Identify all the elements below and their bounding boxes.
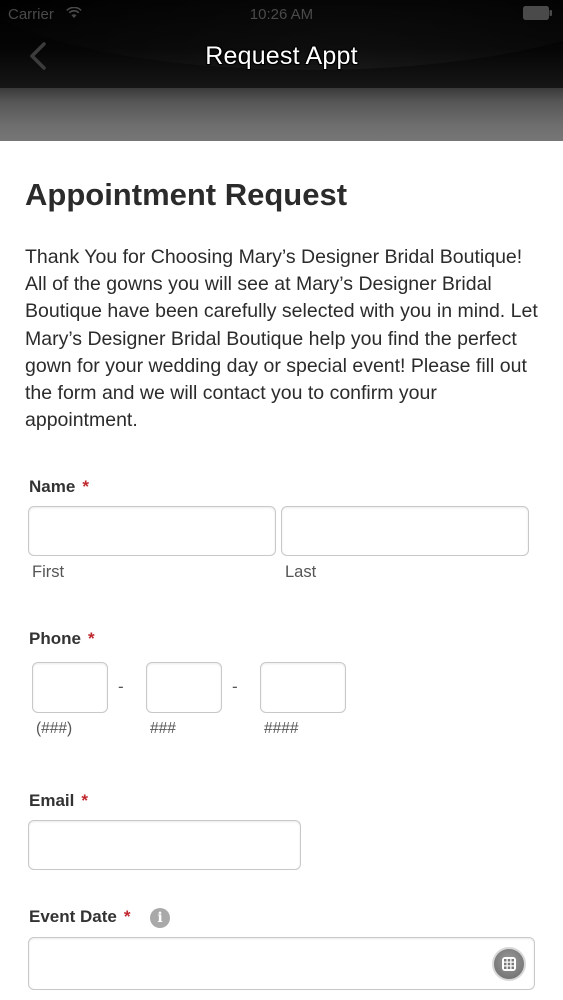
- calendar-grid-icon: [502, 957, 516, 971]
- name-label: Name *: [29, 477, 89, 497]
- event-date-label-text: Event Date: [29, 907, 117, 926]
- nav-title: Request Appt: [205, 42, 358, 70]
- battery-icon: [523, 6, 552, 20]
- phone-prefix-input[interactable]: [146, 662, 222, 713]
- name-label-text: Name: [29, 477, 76, 496]
- phone-label-text: Phone: [29, 629, 81, 648]
- page-title: Appointment Request: [25, 177, 348, 212]
- required-marker: *: [87, 629, 95, 648]
- event-date-label: Event Date *: [29, 907, 131, 927]
- email-label: Email *: [29, 791, 88, 811]
- appointment-form: Appointment Request Thank You for Choosi…: [0, 141, 563, 1000]
- phone-separator: -: [232, 677, 238, 696]
- status-bar: Carrier 10:26 AM: [0, 0, 563, 30]
- phone-area-code-hint: (###): [36, 720, 73, 737]
- phone-line-number-input[interactable]: [260, 662, 346, 713]
- calendar-button[interactable]: [492, 947, 526, 981]
- header-band: [0, 88, 563, 141]
- last-name-sublabel: Last: [285, 563, 317, 581]
- phone-label: Phone *: [29, 629, 95, 649]
- first-name-sublabel: First: [32, 563, 65, 581]
- intro-text: Thank You for Choosing Mary’s Designer B…: [25, 246, 538, 432]
- phone-line-number-hint: ####: [264, 720, 299, 737]
- last-name-input[interactable]: [281, 506, 529, 556]
- required-marker: *: [123, 907, 131, 926]
- info-icon[interactable]: i: [150, 908, 170, 928]
- required-marker: *: [81, 791, 88, 810]
- first-name-input[interactable]: [28, 506, 276, 556]
- event-date-input[interactable]: [28, 937, 535, 990]
- phone-separator: -: [118, 677, 124, 696]
- phone-prefix-hint: ###: [150, 720, 176, 737]
- required-marker: *: [82, 477, 89, 496]
- app-bar: Carrier 10:26 AM Request Appt: [0, 0, 563, 88]
- email-input[interactable]: [28, 820, 301, 870]
- status-time: 10:26 AM: [249, 6, 314, 23]
- email-label-text: Email: [29, 791, 75, 810]
- phone-area-code-input[interactable]: [32, 662, 108, 713]
